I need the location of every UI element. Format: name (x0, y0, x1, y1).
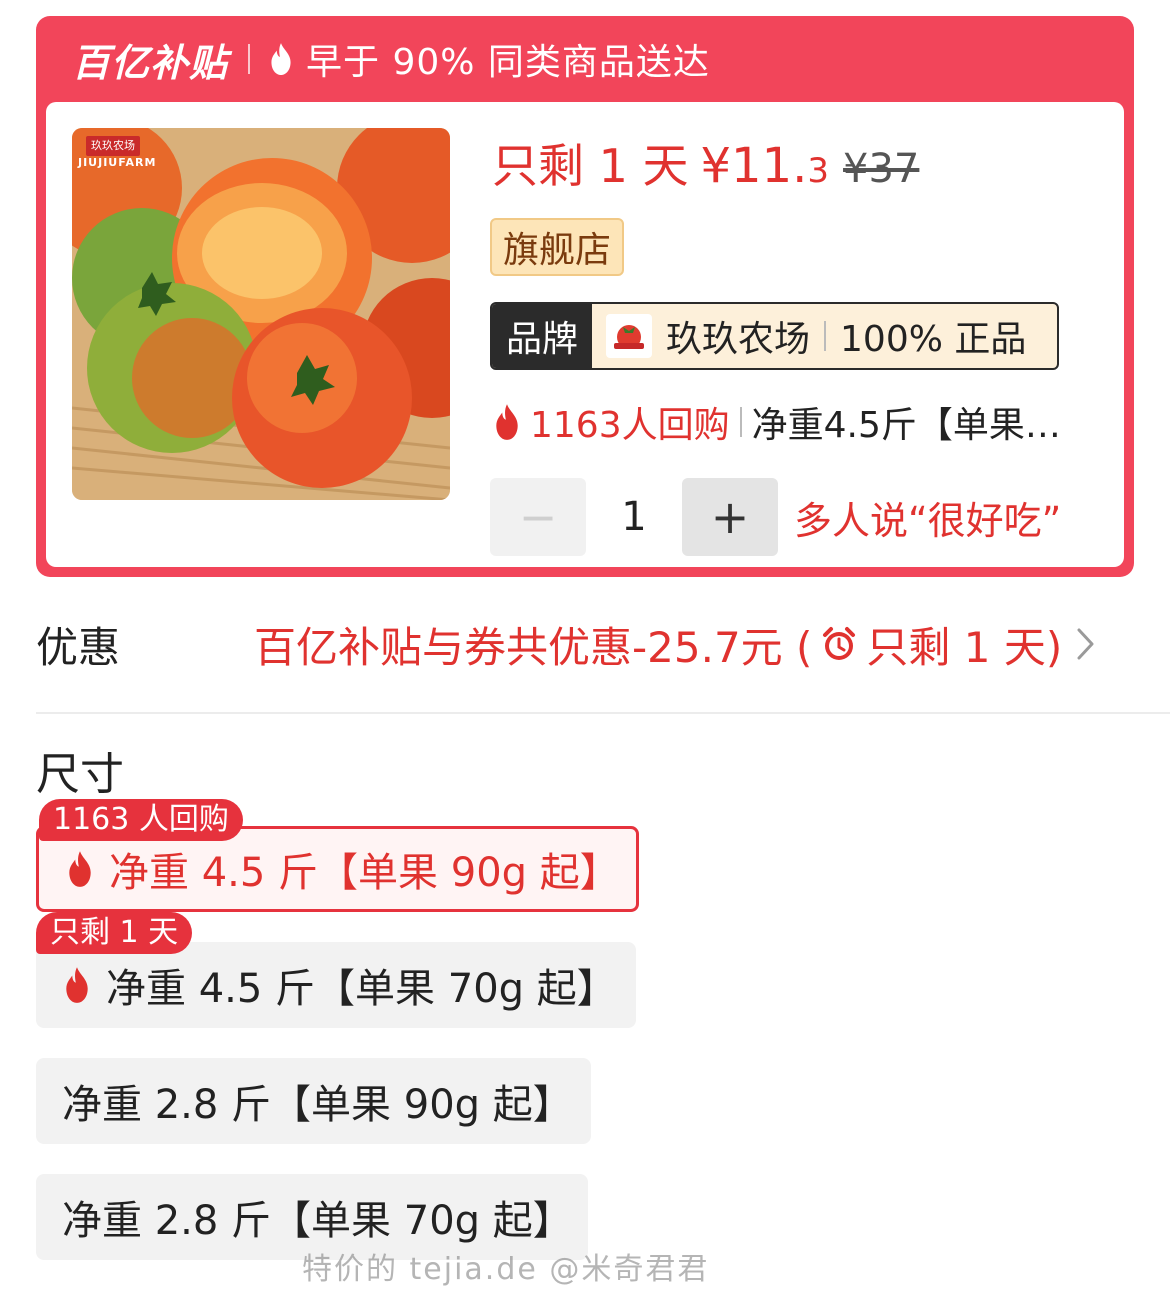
brand-name: 玖玖农场 (666, 319, 811, 360)
quantity-stepper: − 1 + 多人说“很好吃” (490, 478, 1061, 556)
authenticity-text: 100% 正品 (840, 319, 1027, 360)
remain-days-badge: 只剩 1 天 (36, 912, 193, 954)
discount-detail: 百亿补贴与券共优惠-25.7元 ( 只剩 1 天) (254, 612, 1096, 676)
card-body[interactable]: 玖玖农场 JIUJIUFARM 只剩 1 天 ¥11.3 ¥37 旗舰店 品牌 玖玖… (46, 102, 1124, 567)
size-section-title: 尺寸 (36, 749, 124, 800)
brand-divider (824, 321, 827, 351)
size-option[interactable]: 只剩 1 天 净重 4.5 斤【单果 70g 起】 (36, 912, 636, 1028)
alarm-clock-icon (823, 627, 856, 660)
discount-amount-text: 百亿补贴与券共优惠-25.7元 ( (254, 622, 813, 672)
repurchase-badge: 1163 人回购 (39, 799, 243, 841)
flame-icon (69, 851, 91, 887)
price-decimal: 3 (807, 151, 830, 191)
flagship-store-badge: 旗舰店 (490, 218, 624, 276)
image-brand-badge: 玖玖农场 (86, 136, 140, 156)
decrease-button[interactable]: − (490, 478, 586, 556)
size-option-label: 净重 2.8 斤【单果 90g 起】 (62, 1082, 573, 1128)
discount-row[interactable]: 优惠 百亿补贴与券共优惠-25.7元 ( 只剩 1 天) (36, 612, 1136, 676)
size-option-label: 净重 4.5 斤【单果 90g 起】 (109, 850, 620, 896)
current-price: ¥11. (700, 138, 808, 194)
tomato-illustration (72, 128, 450, 500)
section-divider (36, 712, 1170, 714)
quantity-value[interactable]: 1 (586, 494, 682, 540)
size-option-label: 净重 4.5 斤【单果 70g 起】 (106, 966, 617, 1012)
header-divider (248, 44, 251, 74)
review-tag: 多人说“很好吃” (794, 498, 1062, 543)
repurchase-count: 1163人回购 (530, 405, 730, 446)
brand-logo (606, 314, 653, 358)
subsidy-product-card: 百亿补贴 早于 90% 同类商品送达 玖玖农场 JIUJIUFARM 只剩 1 … (36, 16, 1134, 577)
repurchase-divider (739, 407, 742, 437)
price-line: 只剩 1 天 ¥11.3 ¥37 (492, 130, 919, 196)
discount-remain-text: 只剩 1 天) (866, 622, 1063, 672)
flame-icon (496, 404, 518, 440)
chevron-right-icon[interactable] (1076, 627, 1096, 661)
tomato-logo-icon (614, 325, 645, 349)
increase-button[interactable]: + (682, 478, 778, 556)
watermark: 特价的 tejia.de @米奇君君 (302, 1252, 710, 1287)
delivery-text: 早于 90% 同类商品送达 (306, 42, 710, 83)
flame-icon (271, 43, 291, 75)
spec-preview: 净重4.5斤【单果… (751, 405, 1061, 446)
card-header: 百亿补贴 早于 90% 同类商品送达 (36, 16, 1134, 102)
size-option-label: 净重 2.8 斤【单果 70g 起】 (62, 1198, 573, 1244)
image-brand-en: JIUJIUFARM (78, 156, 157, 169)
remain-days: 只剩 1 天 (492, 139, 689, 193)
product-image[interactable]: 玖玖农场 JIUJIUFARM (72, 128, 450, 500)
size-option[interactable]: 净重 2.8 斤【单果 90g 起】 (36, 1058, 591, 1144)
discount-label: 优惠 (36, 622, 121, 672)
size-option-selected[interactable]: 1163 人回购 净重 4.5 斤【单果 90g 起】 (36, 799, 639, 912)
original-price: ¥37 (843, 146, 920, 192)
flame-icon (66, 967, 88, 1003)
brand-row[interactable]: 品牌 玖玖农场 100% 正品 (490, 302, 1059, 370)
subsidy-logo: 百亿补贴 (72, 40, 229, 85)
brand-label: 品牌 (492, 304, 593, 368)
repurchase-line: 1163人回购 净重4.5斤【单果… (492, 396, 1061, 448)
